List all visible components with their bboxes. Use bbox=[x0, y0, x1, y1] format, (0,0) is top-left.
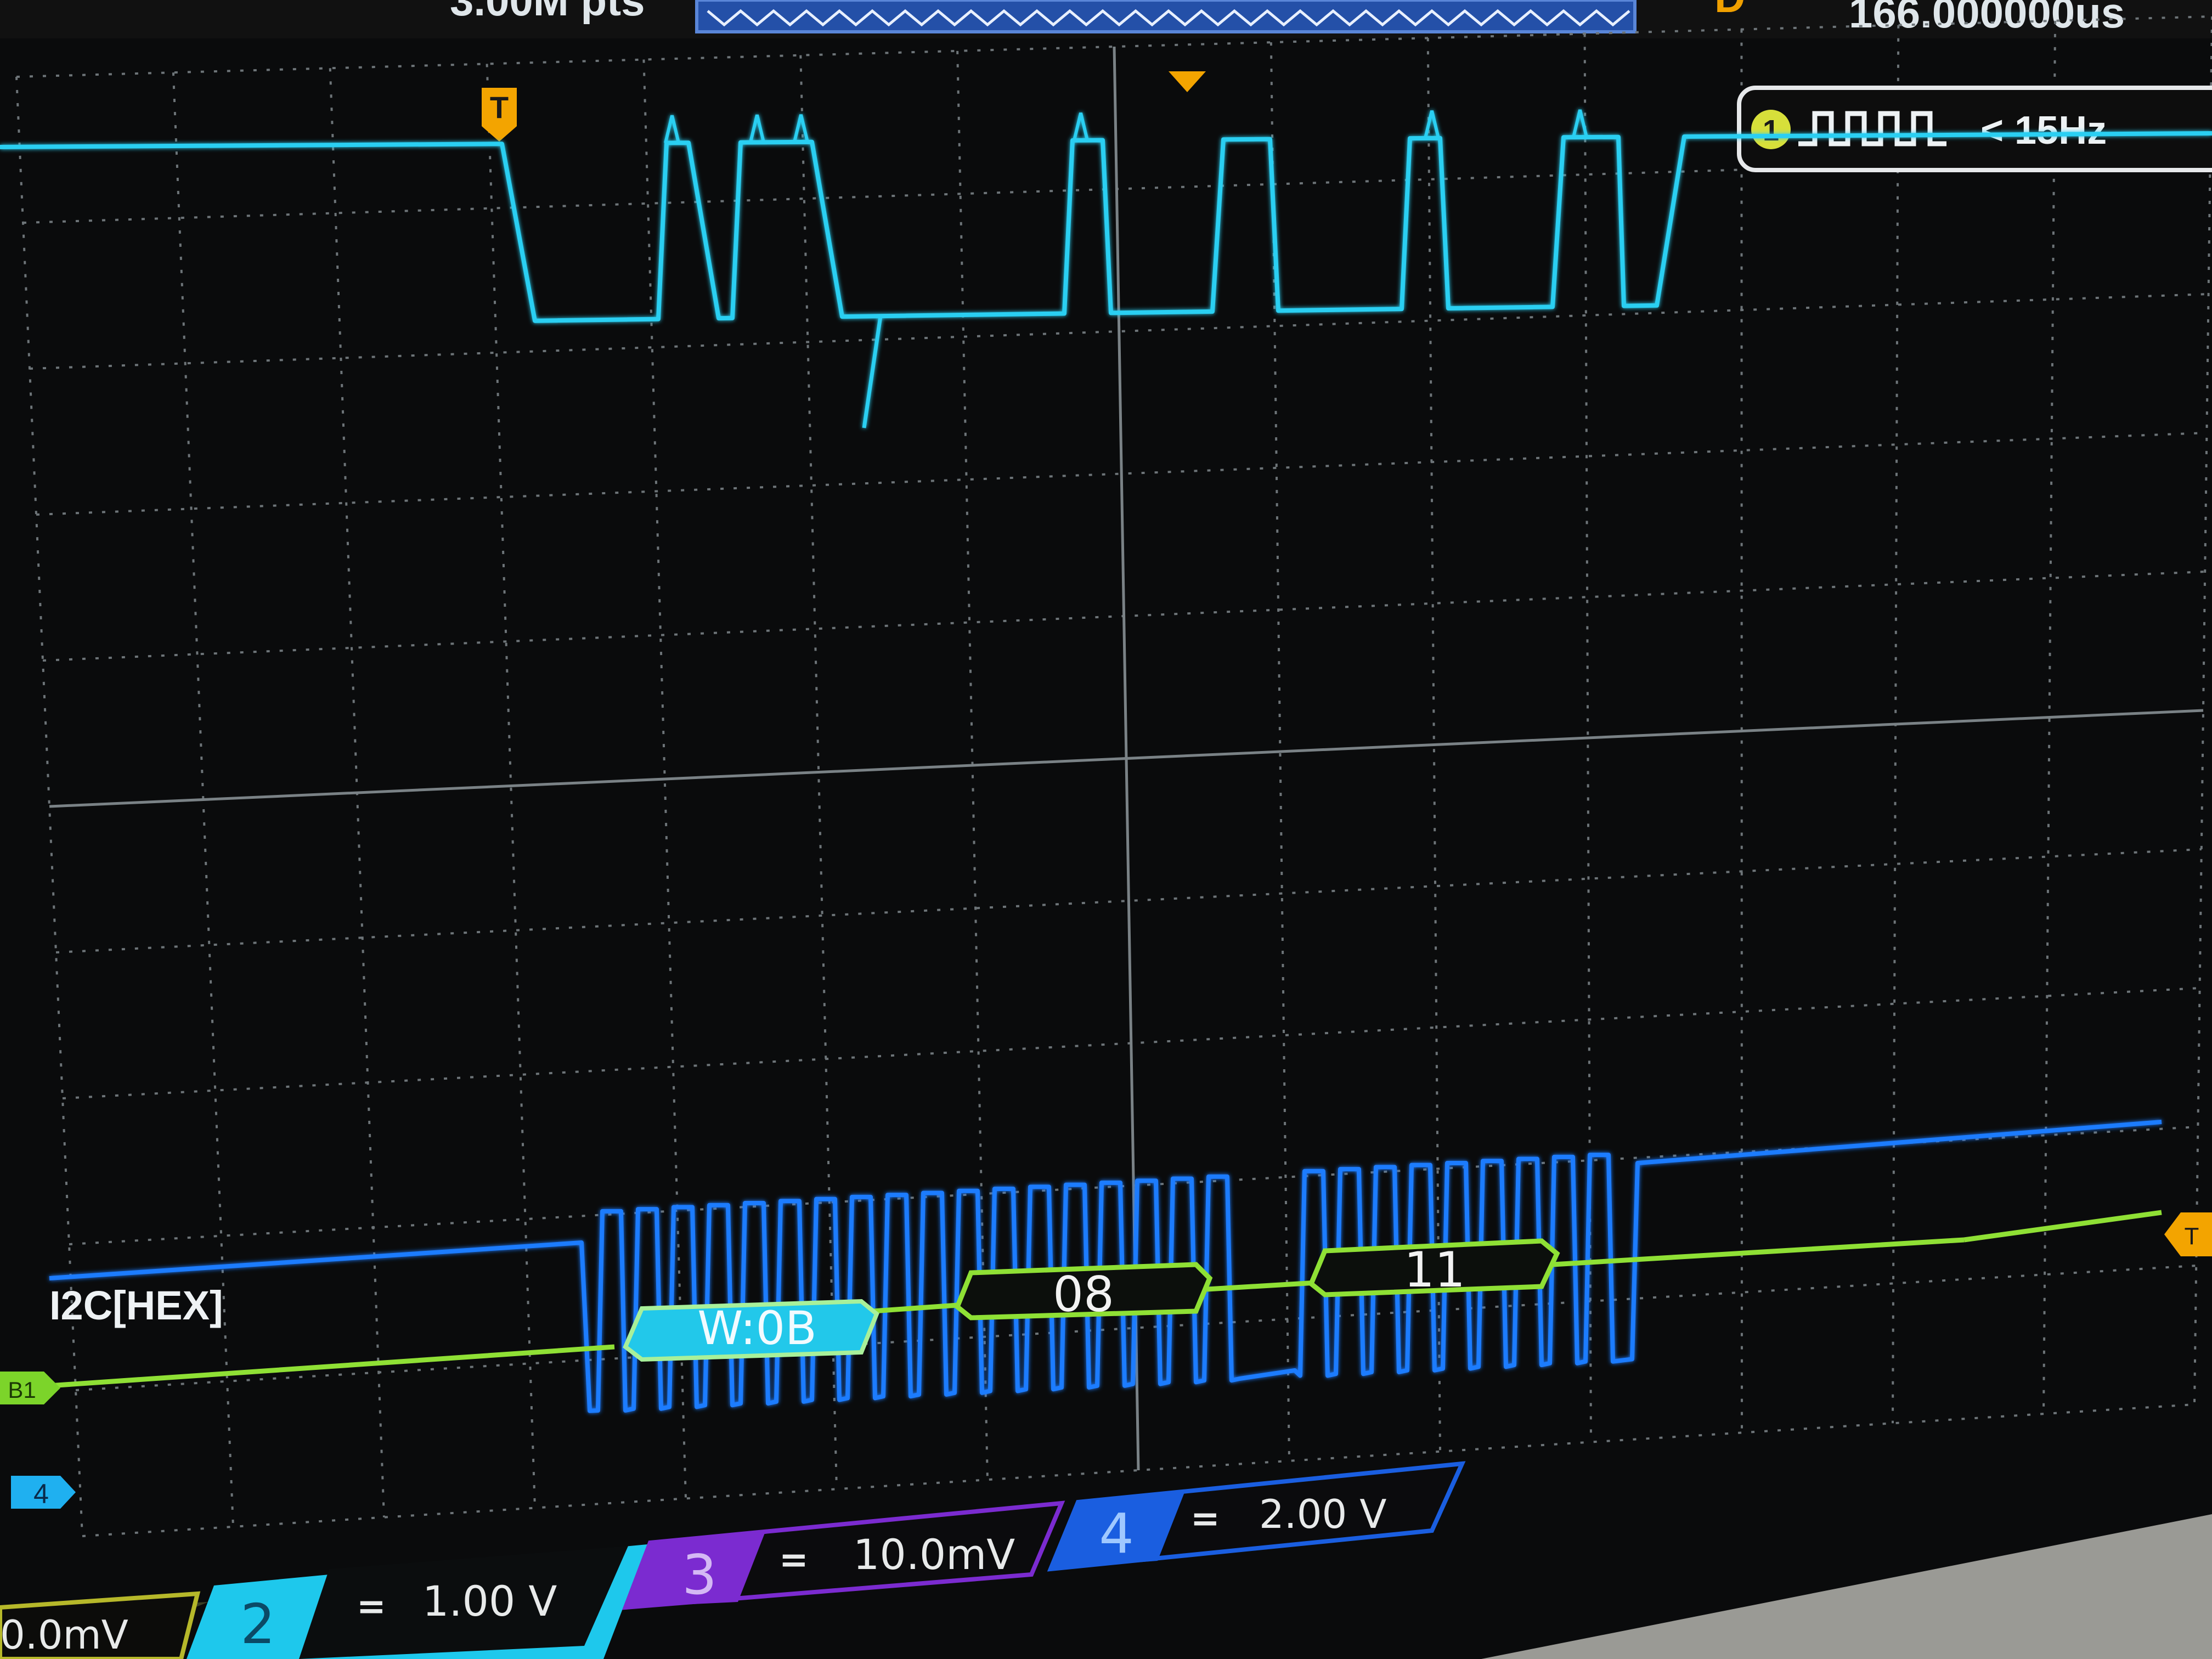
delay-value-text[interactable]: 166.000000us bbox=[1849, 0, 2125, 37]
top-status-bar: 3.00M pts D 166.000000us bbox=[0, 0, 2212, 38]
decoder-packet-address[interactable]: W:0B bbox=[623, 1299, 879, 1362]
decoder-packet-data-1[interactable]: 08 bbox=[954, 1262, 1213, 1323]
channel-4-number: 4 bbox=[1099, 1502, 1134, 1566]
svg-text:T: T bbox=[490, 90, 509, 125]
trigger-source-label: 1 bbox=[1763, 114, 1779, 147]
svg-text:08: 08 bbox=[1053, 1266, 1114, 1323]
trigger-info-panel[interactable]: 1 < 15Hz bbox=[1737, 86, 2212, 172]
svg-text:11: 11 bbox=[1404, 1242, 1465, 1298]
svg-text:T: T bbox=[2185, 1223, 2199, 1250]
channel-2-scale: 1.00 V bbox=[422, 1577, 557, 1626]
channel-3-scale: 10.0mV bbox=[853, 1530, 1015, 1579]
decoder-protocol-label: I2C[HEX] bbox=[49, 1283, 223, 1328]
delay-letter: D bbox=[1714, 0, 1745, 21]
channel-4-scale: 2.00 V bbox=[1259, 1491, 1386, 1537]
trigger-frequency-text: < 15Hz bbox=[1980, 109, 2107, 153]
svg-text:B1: B1 bbox=[8, 1377, 36, 1403]
channel-1-tab[interactable]: 0.0mV bbox=[0, 1591, 201, 1659]
channel-3-coupling: = bbox=[779, 1540, 809, 1581]
oscilloscope-screen: 3.00M pts D 166.000000us T 1 < 15Hz W:0B… bbox=[0, 0, 2212, 1659]
channel-4-coupling: = bbox=[1190, 1499, 1220, 1539]
channel-2-coupling: = bbox=[357, 1587, 386, 1627]
svg-text:W:0B: W:0B bbox=[697, 1301, 817, 1355]
channel-2-number: 2 bbox=[240, 1592, 275, 1656]
channel-1-scale: 0.0mV bbox=[0, 1612, 128, 1658]
svg-text:4: 4 bbox=[33, 1479, 49, 1509]
sample-rate-text: 3.00M pts bbox=[450, 0, 645, 25]
channel-3-number: 3 bbox=[682, 1543, 717, 1607]
decoder-packet-data-2[interactable]: 11 bbox=[1308, 1238, 1560, 1298]
